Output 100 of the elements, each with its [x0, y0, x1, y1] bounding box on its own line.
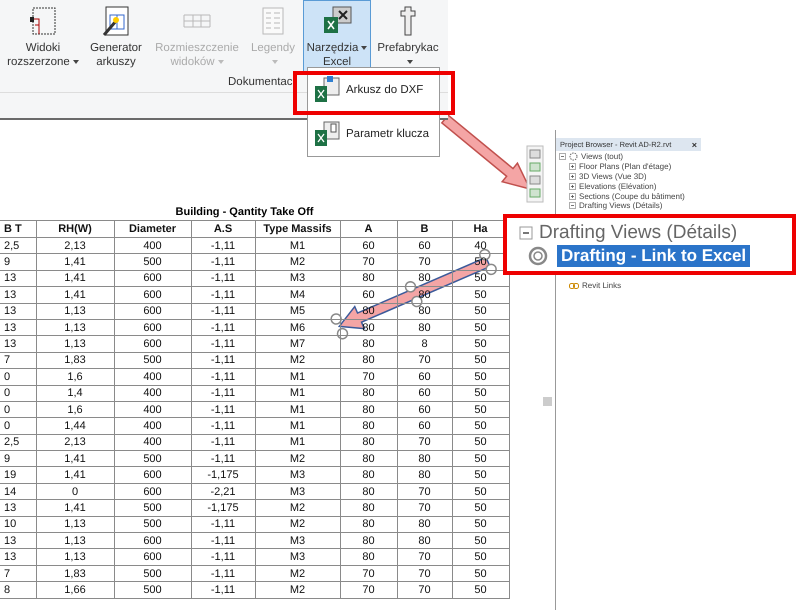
selection-handle[interactable]	[485, 264, 497, 276]
table-cell: 600	[114, 303, 191, 320]
scrollbar-thumb[interactable]	[543, 397, 552, 406]
table-cell: 1,6	[36, 368, 114, 386]
menu-item[interactable]: Parametr klucza	[308, 112, 439, 156]
table-cell: 70	[397, 565, 452, 582]
table-cell: 80	[340, 418, 397, 434]
table-cell: M5	[255, 303, 340, 320]
tree-item[interactable]: Views (tout)	[581, 152, 624, 162]
table-cell: 70	[397, 582, 452, 598]
table-cell: 600	[114, 270, 191, 287]
table-cell: 600	[114, 483, 191, 500]
table-cell: 1,13	[36, 516, 114, 533]
table-cell: 50	[452, 286, 509, 304]
table-cell: 600	[114, 319, 191, 336]
table-cell: 2,13	[36, 434, 114, 451]
table-cell: M3	[255, 548, 340, 566]
ribbon-button[interactable]: Narzędzia Excel	[303, 0, 371, 72]
selection-handle[interactable]	[330, 313, 342, 325]
table-cell: -1,11	[191, 385, 255, 402]
table-cell: 80	[340, 401, 397, 418]
table-cell: 80	[397, 270, 452, 287]
table-cell: -1,11	[191, 336, 255, 352]
table-cell: 50	[452, 450, 509, 467]
table-cell: 500	[114, 582, 191, 598]
tree-item[interactable]: Elevations (Elévation)	[579, 182, 656, 191]
tree-item[interactable]: Drafting Views (Détails)	[579, 201, 662, 210]
collapse-icon[interactable]	[569, 202, 576, 210]
panel-label: Dokumentac	[227, 76, 294, 88]
table-cell: 60	[397, 418, 452, 434]
table-cell: 0	[0, 418, 36, 434]
view-toolbar-drawing	[526, 145, 544, 203]
table-cell: 1,41	[36, 450, 114, 467]
selection-handle[interactable]	[336, 328, 348, 340]
table-cell: 50	[452, 532, 509, 549]
tree-item[interactable]: Drafting Views (Détails)	[539, 222, 738, 244]
table-cell: 60	[340, 238, 397, 254]
table-cell: 13	[0, 336, 36, 352]
table-cell: 70	[397, 500, 452, 516]
table-cell: 400	[114, 385, 191, 402]
tree-item[interactable]: Revit Links	[582, 281, 622, 290]
cursor-icon	[527, 244, 549, 267]
table-cell: 13	[0, 532, 36, 549]
table-cell: 400	[114, 418, 191, 434]
tree-item[interactable]: 3D Views (Vue 3D)	[579, 172, 647, 181]
selection-handle[interactable]	[404, 281, 416, 293]
close-button[interactable]: ×	[692, 140, 697, 150]
table-cell: M1	[255, 434, 340, 451]
table-cell: M3	[255, 466, 340, 484]
table-cell: 1,13	[36, 303, 114, 320]
collapse-icon[interactable]	[559, 153, 566, 160]
ribbon-button[interactable]: Generator arkuszy	[83, 0, 149, 72]
table-cell: -1,11	[191, 516, 255, 533]
table-cell: M1	[255, 238, 340, 254]
table-cell: 2,5	[0, 434, 36, 451]
tree-item[interactable]: Sections (Coupe du bâtiment)	[579, 192, 685, 201]
table-cell: -1,11	[191, 401, 255, 418]
table-cell: 13	[0, 303, 36, 320]
table-cell: 600	[114, 466, 191, 484]
table-cell: 80	[340, 434, 397, 451]
table-cell: 80	[340, 385, 397, 402]
table-cell: -1,11	[191, 368, 255, 386]
table-cell: 50	[452, 582, 509, 598]
table-cell: 500	[114, 565, 191, 582]
table-cell: M7	[255, 336, 340, 352]
table-cell: 7	[0, 352, 36, 369]
table-cell: 1,41	[36, 270, 114, 287]
expand-icon[interactable]	[569, 182, 576, 190]
expand-icon[interactable]	[569, 163, 576, 170]
table-cell: M1	[255, 385, 340, 402]
table-cell: 80	[340, 336, 397, 352]
table-cell: 400	[114, 434, 191, 451]
expand-icon[interactable]	[569, 172, 576, 180]
table-cell: 80	[340, 450, 397, 467]
table-cell: 7	[0, 565, 36, 582]
table-cell: 50	[452, 466, 509, 484]
table-cell: 1,6	[36, 401, 114, 418]
ribbon-button[interactable]: Widoki rozszerzone	[5, 0, 81, 72]
table-cell: 80	[340, 466, 397, 484]
table-cell: 1,13	[36, 336, 114, 352]
table-cell: M2	[255, 352, 340, 369]
column-header: RH(W)	[36, 220, 114, 238]
table-cell: 80	[340, 500, 397, 516]
column-header: A.S	[191, 220, 255, 238]
table-cell: -1,11	[191, 352, 255, 369]
table-cell: 600	[114, 532, 191, 549]
table-cell: 500	[114, 450, 191, 467]
expand-icon[interactable]	[569, 192, 576, 200]
collapse-icon[interactable]	[519, 226, 533, 240]
tree-item[interactable]: Drafting - Link to Excel	[557, 244, 750, 267]
tree-item[interactable]: Floor Plans (Plan d'étage)	[579, 162, 672, 172]
table-cell: 50	[452, 385, 509, 402]
table-cell: 400	[114, 368, 191, 386]
table-cell: 70	[397, 352, 452, 369]
table-cell: 1,13	[36, 319, 114, 336]
table-cell: 19	[0, 466, 36, 484]
column-header: B T	[0, 220, 36, 238]
table-cell: M3	[255, 532, 340, 549]
table-cell: 10	[0, 516, 36, 533]
table-cell: M1	[255, 368, 340, 386]
